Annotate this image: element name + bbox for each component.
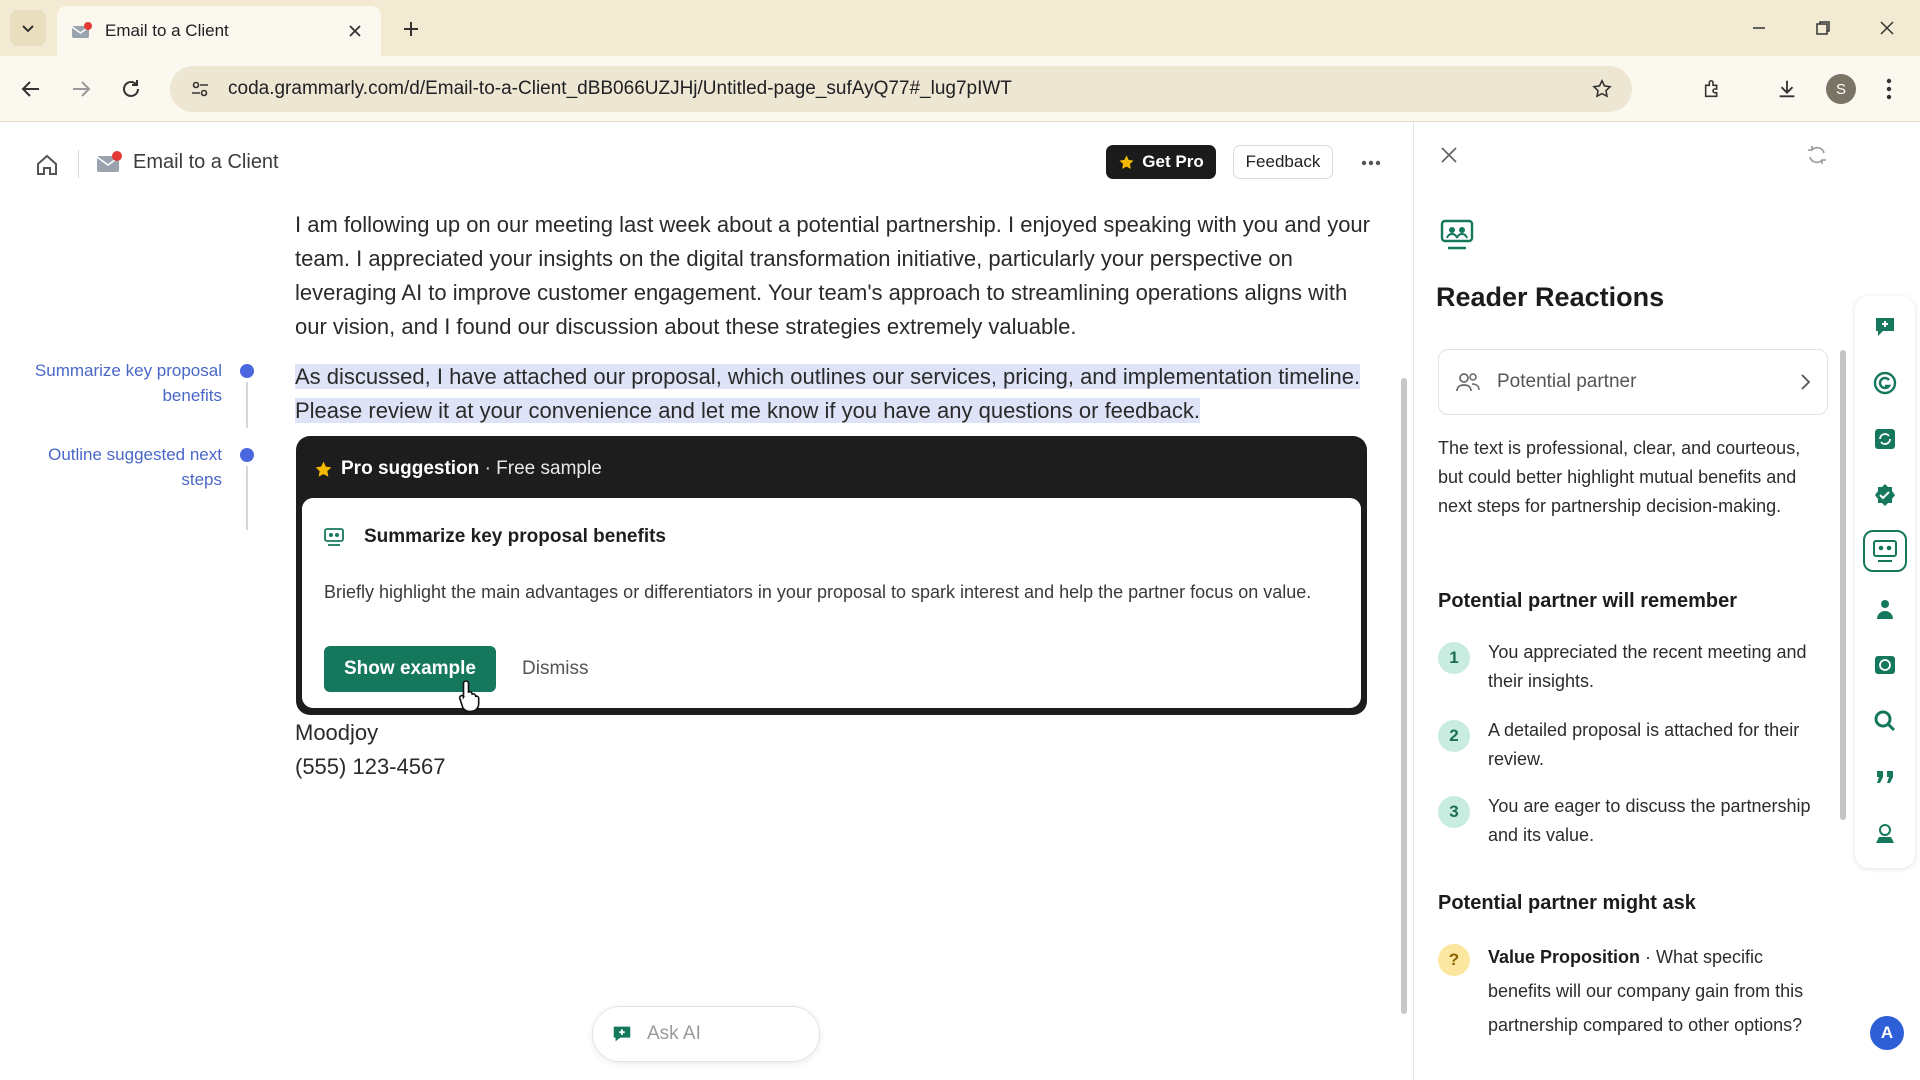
feedback-button[interactable]: Feedback [1233,145,1333,179]
restore-icon[interactable] [1800,10,1846,46]
remember-text: You are eager to discuss the partnership… [1488,796,1811,845]
question-title: Value Proposition [1488,947,1641,967]
tab-search-button[interactable] [10,10,46,46]
remember-text: A detailed proposal is attached for thei… [1488,720,1800,769]
profile-badge-icon[interactable] [1870,818,1900,848]
get-pro-button[interactable]: Get Pro [1106,145,1216,179]
browser-tab-strip: Email to a Client [0,0,1920,56]
grammarly-logo-icon[interactable] [1870,368,1900,398]
verified-check-icon[interactable] [1870,480,1900,510]
reload-icon[interactable] [112,70,150,108]
number-badge: 2 [1438,720,1470,752]
outline-connector [246,382,248,428]
url-text: coda.grammarly.com/d/Email-to-a-Client_d… [228,78,1012,99]
more-options-icon[interactable] [1354,148,1388,178]
persona-selector[interactable]: Potential partner [1438,349,1828,415]
forward-icon[interactable] [62,70,100,108]
mail-favicon-icon [71,22,93,40]
question-text: Value Proposition · What specific benefi… [1488,940,1828,1042]
chevron-down-icon [22,25,34,33]
signature-phone[interactable]: (555) 123-4567 [295,750,445,784]
tab-close-icon[interactable] [343,19,367,43]
suggestion-header-sub: · Free sample [479,458,602,479]
outline-item-summarize[interactable]: Summarize key proposal benefits [32,358,222,408]
translate-icon[interactable] [1870,650,1900,680]
ask-ai-button[interactable]: Ask AI [592,1006,820,1062]
site-settings-icon[interactable] [186,75,214,103]
bookmark-star-icon[interactable] [1588,75,1616,103]
doc-scrollbar-thumb[interactable] [1401,378,1407,1014]
suggestion-body-card: Summarize key proposal benefits Briefly … [302,498,1361,708]
outline-item-next-steps[interactable]: Outline suggested next steps [32,442,222,492]
ask-heading: Potential partner might ask [1438,892,1696,914]
dismiss-button[interactable]: Dismiss [522,658,589,680]
tab-title: Email to a Client [105,21,229,40]
star-icon [1119,154,1134,169]
reader-reactions-icon [1440,218,1474,252]
people-icon [1456,373,1480,392]
document-area: Email to a Client Get Pro Feedback Summa… [0,122,1412,1080]
user-avatar[interactable]: A [1870,1016,1904,1050]
chevron-right-icon [1801,374,1811,390]
outline-dot [240,448,254,462]
number-badge: 1 [1438,642,1470,674]
ask-ai-label: Ask AI [647,1023,701,1044]
panel-title: Reader Reactions [1436,282,1665,312]
remember-text: You appreciated the recent meeting and t… [1488,642,1807,691]
ai-chat-icon [613,1026,631,1042]
minimize-icon[interactable] [1736,10,1782,46]
back-icon[interactable] [12,70,50,108]
outline-connector [246,466,248,530]
browser-menu-icon[interactable] [1872,72,1906,106]
outline-dot [240,364,254,378]
signature-name[interactable]: Moodjoy [295,716,378,750]
hand-pointer-icon [458,679,484,713]
doc-header: Email to a Client Get Pro Feedback [0,122,1412,204]
person-icon[interactable] [1870,594,1900,624]
number-badge: 3 [1438,796,1470,828]
paragraph-proposal[interactable]: As discussed, I have attached our propos… [295,360,1380,428]
reaction-summary: The text is professional, clear, and cou… [1438,438,1801,516]
suggestion-description: Briefly highlight the main advantages or… [324,582,1312,602]
rewrite-icon[interactable] [1870,424,1900,454]
quote-icon[interactable] [1870,762,1900,792]
suggestion-title: Summarize key proposal benefits [364,526,666,547]
reader-reactions-tool-icon[interactable] [1870,536,1900,566]
search-icon[interactable] [1870,706,1900,736]
star-icon [315,461,332,477]
pro-suggestion-card: Pro suggestion · Free sample Summarize k… [296,436,1367,715]
reader-group-icon [324,528,344,546]
refresh-icon[interactable] [1806,144,1830,168]
browser-toolbar: coda.grammarly.com/d/Email-to-a-Client_d… [0,56,1920,122]
extensions-icon[interactable] [1696,72,1730,106]
panel-scrollbar-thumb[interactable] [1840,350,1846,820]
remember-heading: Potential partner will remember [1438,590,1737,612]
ai-chat-icon[interactable] [1870,312,1900,342]
browser-tab[interactable]: Email to a Client [57,6,381,56]
download-icon[interactable] [1770,72,1804,106]
header-divider [78,150,79,178]
new-tab-icon[interactable] [396,14,426,44]
home-icon[interactable] [30,148,64,182]
paragraph-intro[interactable]: I am following up on our meeting last we… [295,208,1380,344]
persona-label: Potential partner [1497,371,1637,392]
close-icon[interactable] [1438,144,1462,168]
get-pro-label: Get Pro [1142,152,1204,171]
reader-reactions-panel: Reader Reactions Potential partner The t… [1413,122,1850,1080]
suggestion-header-bold: Pro suggestion [341,458,480,479]
profile-avatar[interactable]: S [1826,74,1856,104]
question-icon: ? [1438,944,1470,976]
mail-doc-icon [96,150,124,174]
selected-text: As discussed, I have attached our propos… [295,364,1361,423]
suggestion-header: Pro suggestion · Free sample [314,458,602,480]
grammarly-side-rail [1855,296,1915,868]
doc-title[interactable]: Email to a Client [133,151,279,174]
suggestion-outline: Summarize key proposal benefits Outline … [0,358,260,678]
address-bar[interactable]: coda.grammarly.com/d/Email-to-a-Client_d… [170,66,1632,112]
window-close-icon[interactable] [1864,10,1910,46]
